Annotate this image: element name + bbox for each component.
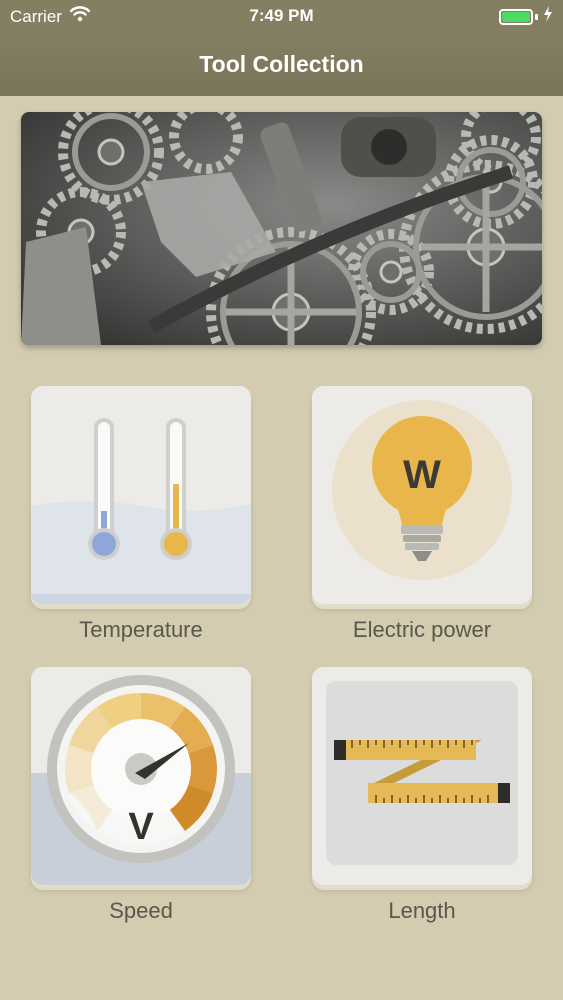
watt-symbol: W [403,453,441,497]
electric-power-tile[interactable]: W [312,386,532,604]
status-bar: Carrier 7:49 PM [0,0,563,32]
length-label: Length [388,898,456,923]
hero-image [21,112,542,345]
measuring-tape-icon [312,667,532,885]
temperature-tile[interactable] [31,386,251,604]
clock: 7:49 PM [249,6,314,25]
lightbulb-icon: W [312,386,532,604]
page-title: Tool Collection [199,51,364,77]
speed-label: Speed [109,898,173,923]
length-tile[interactable] [312,667,532,885]
electric-power-label: Electric power [352,617,492,642]
nav-bar: Tool Collection [0,32,563,96]
charging-bolt-icon [543,6,553,27]
battery-cap [535,13,538,20]
velocity-symbol: V [128,806,154,848]
speedometer-icon: V [31,667,251,885]
battery-icon [499,8,533,25]
temperature-label: Temperature [79,617,203,642]
status-right [499,6,553,27]
gears-photo-illustration [21,112,542,345]
thermometer-icon [31,386,251,604]
speed-tile[interactable]: V [31,667,251,885]
